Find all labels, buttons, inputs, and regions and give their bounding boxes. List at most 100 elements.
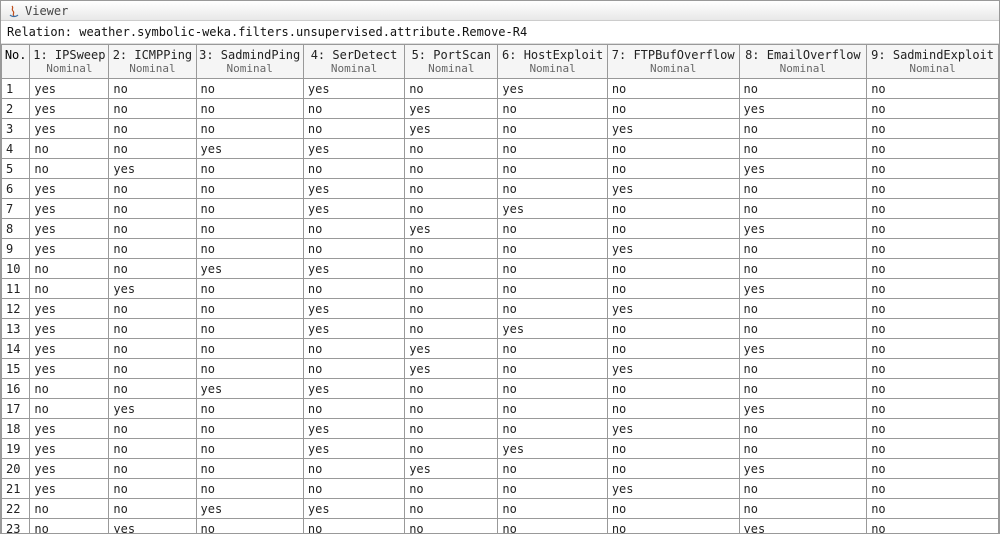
cell[interactable]: yes — [739, 219, 867, 239]
cell[interactable]: no — [867, 499, 999, 519]
cell[interactable]: no — [498, 459, 607, 479]
cell[interactable]: yes — [303, 299, 404, 319]
cell[interactable]: no — [30, 259, 109, 279]
cell[interactable]: yes — [196, 259, 303, 279]
cell[interactable]: yes — [109, 159, 196, 179]
column-header-hostexploit[interactable]: 6: HostExploitNominal — [498, 45, 607, 79]
cell[interactable]: no — [109, 299, 196, 319]
cell[interactable]: yes — [405, 459, 498, 479]
cell[interactable]: no — [498, 379, 607, 399]
cell[interactable]: no — [109, 499, 196, 519]
column-header-no[interactable]: No. — [2, 45, 30, 79]
cell[interactable]: no — [867, 99, 999, 119]
cell[interactable]: no — [498, 239, 607, 259]
cell[interactable]: no — [196, 319, 303, 339]
table-row[interactable]: 20yesnononoyesnonoyesno — [2, 459, 999, 479]
cell[interactable]: yes — [303, 419, 404, 439]
cell[interactable]: yes — [739, 399, 867, 419]
cell[interactable]: yes — [30, 239, 109, 259]
cell[interactable]: no — [303, 239, 404, 259]
cell[interactable]: yes — [30, 219, 109, 239]
cell[interactable]: no — [607, 159, 739, 179]
cell[interactable]: yes — [739, 159, 867, 179]
cell[interactable]: no — [109, 239, 196, 259]
cell[interactable]: yes — [498, 319, 607, 339]
cell[interactable]: no — [867, 159, 999, 179]
cell[interactable]: no — [607, 339, 739, 359]
cell[interactable]: no — [109, 419, 196, 439]
column-header-ftpbufoverflow[interactable]: 7: FTPBufOverflowNominal — [607, 45, 739, 79]
cell[interactable]: no — [109, 99, 196, 119]
cell[interactable]: no — [867, 119, 999, 139]
cell[interactable]: no — [867, 339, 999, 359]
cell[interactable]: no — [498, 399, 607, 419]
cell[interactable]: no — [303, 339, 404, 359]
cell[interactable]: no — [109, 79, 196, 99]
cell[interactable]: yes — [30, 79, 109, 99]
cell[interactable]: yes — [30, 439, 109, 459]
cell[interactable]: no — [739, 299, 867, 319]
cell[interactable]: no — [405, 379, 498, 399]
cell[interactable]: no — [498, 159, 607, 179]
cell[interactable]: no — [607, 79, 739, 99]
cell[interactable]: yes — [607, 179, 739, 199]
cell[interactable]: no — [30, 139, 109, 159]
cell[interactable]: no — [196, 239, 303, 259]
cell[interactable]: no — [498, 419, 607, 439]
cell[interactable]: no — [405, 259, 498, 279]
cell[interactable]: no — [30, 159, 109, 179]
cell[interactable]: yes — [109, 399, 196, 419]
cell[interactable]: no — [196, 279, 303, 299]
table-row[interactable]: 3yesnononoyesnoyesnono — [2, 119, 999, 139]
table-row[interactable]: 18yesnonoyesnonoyesnono — [2, 419, 999, 439]
cell[interactable]: no — [867, 459, 999, 479]
cell[interactable]: no — [607, 439, 739, 459]
cell[interactable]: no — [867, 439, 999, 459]
cell[interactable]: yes — [303, 259, 404, 279]
cell[interactable]: no — [739, 179, 867, 199]
cell[interactable]: no — [405, 279, 498, 299]
cell[interactable]: no — [867, 299, 999, 319]
cell[interactable]: no — [739, 259, 867, 279]
cell[interactable]: no — [607, 399, 739, 419]
cell[interactable]: yes — [30, 419, 109, 439]
cell[interactable]: yes — [405, 359, 498, 379]
cell[interactable]: yes — [607, 239, 739, 259]
cell[interactable]: no — [196, 79, 303, 99]
column-header-icmpping[interactable]: 2: ICMPPingNominal — [109, 45, 196, 79]
cell[interactable]: no — [196, 359, 303, 379]
cell[interactable]: no — [607, 99, 739, 119]
table-row[interactable]: 15yesnononoyesnoyesnono — [2, 359, 999, 379]
cell[interactable]: yes — [607, 359, 739, 379]
cell[interactable]: no — [739, 79, 867, 99]
cell[interactable]: yes — [196, 139, 303, 159]
cell[interactable]: no — [303, 479, 404, 499]
cell[interactable]: no — [196, 519, 303, 534]
cell[interactable]: no — [196, 299, 303, 319]
table-row[interactable]: 16nonoyesyesnonononono — [2, 379, 999, 399]
cell[interactable]: no — [867, 319, 999, 339]
table-row[interactable]: 6yesnonoyesnonoyesnono — [2, 179, 999, 199]
cell[interactable]: no — [405, 199, 498, 219]
cell[interactable]: no — [405, 79, 498, 99]
cell[interactable]: yes — [498, 79, 607, 99]
cell[interactable]: yes — [405, 119, 498, 139]
cell[interactable]: no — [867, 219, 999, 239]
cell[interactable]: no — [498, 99, 607, 119]
cell[interactable]: no — [30, 519, 109, 534]
cell[interactable]: no — [405, 419, 498, 439]
cell[interactable]: no — [196, 199, 303, 219]
cell[interactable]: yes — [303, 499, 404, 519]
cell[interactable]: no — [498, 479, 607, 499]
cell[interactable]: yes — [196, 499, 303, 519]
cell[interactable]: no — [739, 359, 867, 379]
cell[interactable]: yes — [303, 439, 404, 459]
cell[interactable]: no — [109, 339, 196, 359]
cell[interactable]: no — [303, 159, 404, 179]
cell[interactable]: no — [607, 199, 739, 219]
cell[interactable]: no — [498, 279, 607, 299]
cell[interactable]: no — [867, 79, 999, 99]
table-row[interactable]: 4nonoyesyesnonononono — [2, 139, 999, 159]
cell[interactable]: yes — [30, 459, 109, 479]
cell[interactable]: no — [109, 379, 196, 399]
